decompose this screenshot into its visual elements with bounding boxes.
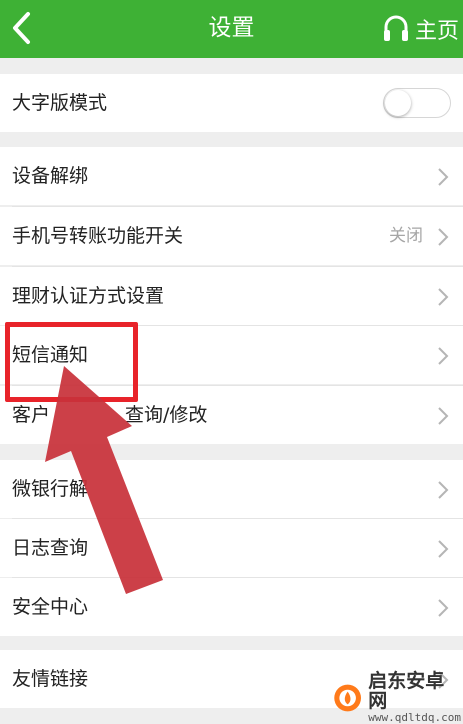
watermark-logo-icon [334, 684, 362, 712]
chevron-right-icon [438, 599, 449, 617]
chevron-right-icon [438, 288, 449, 306]
watermark: 启东安卓网 www.qdltdq.com [333, 670, 461, 724]
row-label: 短信通知 [12, 344, 89, 366]
customer-info-row[interactable]: 客户 查询/修改 [0, 386, 463, 444]
micro-bank-unbind-row[interactable]: 微银行解 [0, 460, 463, 518]
device-unbind-row[interactable]: 设备解绑 [0, 147, 463, 205]
row-label: 客户 [12, 404, 51, 426]
row-label: 大字版模式 [12, 92, 108, 114]
row-label: 友情链接 [12, 668, 89, 690]
large-font-toggle[interactable] [383, 88, 451, 118]
home-button[interactable]: 主页 [383, 0, 463, 58]
chevron-right-icon [438, 407, 449, 425]
top-bar: 设置 主页 [0, 0, 463, 58]
large-font-mode-row[interactable]: 大字版模式 [0, 74, 463, 132]
row-label: 微银行解 [12, 478, 89, 500]
chevron-right-icon [438, 347, 449, 365]
row-label: 理财认证方式设置 [12, 285, 165, 307]
watermark-url: www.qdltdq.com [368, 711, 461, 724]
phone-transfer-switch-row[interactable]: 手机号转账功能开关 关闭 [0, 207, 463, 265]
row-label-suffix: 查询/修改 [125, 404, 208, 426]
row-label: 安全中心 [12, 596, 89, 618]
chevron-right-icon [438, 228, 449, 246]
wealth-auth-settings-row[interactable]: 理财认证方式设置 [0, 267, 463, 325]
chevron-right-icon [438, 481, 449, 499]
home-label: 主页 [414, 19, 459, 44]
row-label: 手机号转账功能开关 [12, 225, 184, 247]
chevron-right-icon [438, 168, 449, 186]
row-label: 设备解绑 [12, 165, 89, 187]
sms-notification-row[interactable]: 短信通知 [0, 326, 463, 384]
chevron-right-icon [438, 540, 449, 558]
toggle-knob [385, 90, 411, 116]
row-label: 日志查询 [12, 537, 89, 559]
headset-icon [383, 15, 408, 41]
security-center-row[interactable]: 安全中心 [0, 578, 463, 636]
log-query-row[interactable]: 日志查询 [0, 519, 463, 577]
watermark-name: 启东安卓网 [368, 670, 445, 713]
row-status-value: 关闭 [389, 226, 423, 246]
